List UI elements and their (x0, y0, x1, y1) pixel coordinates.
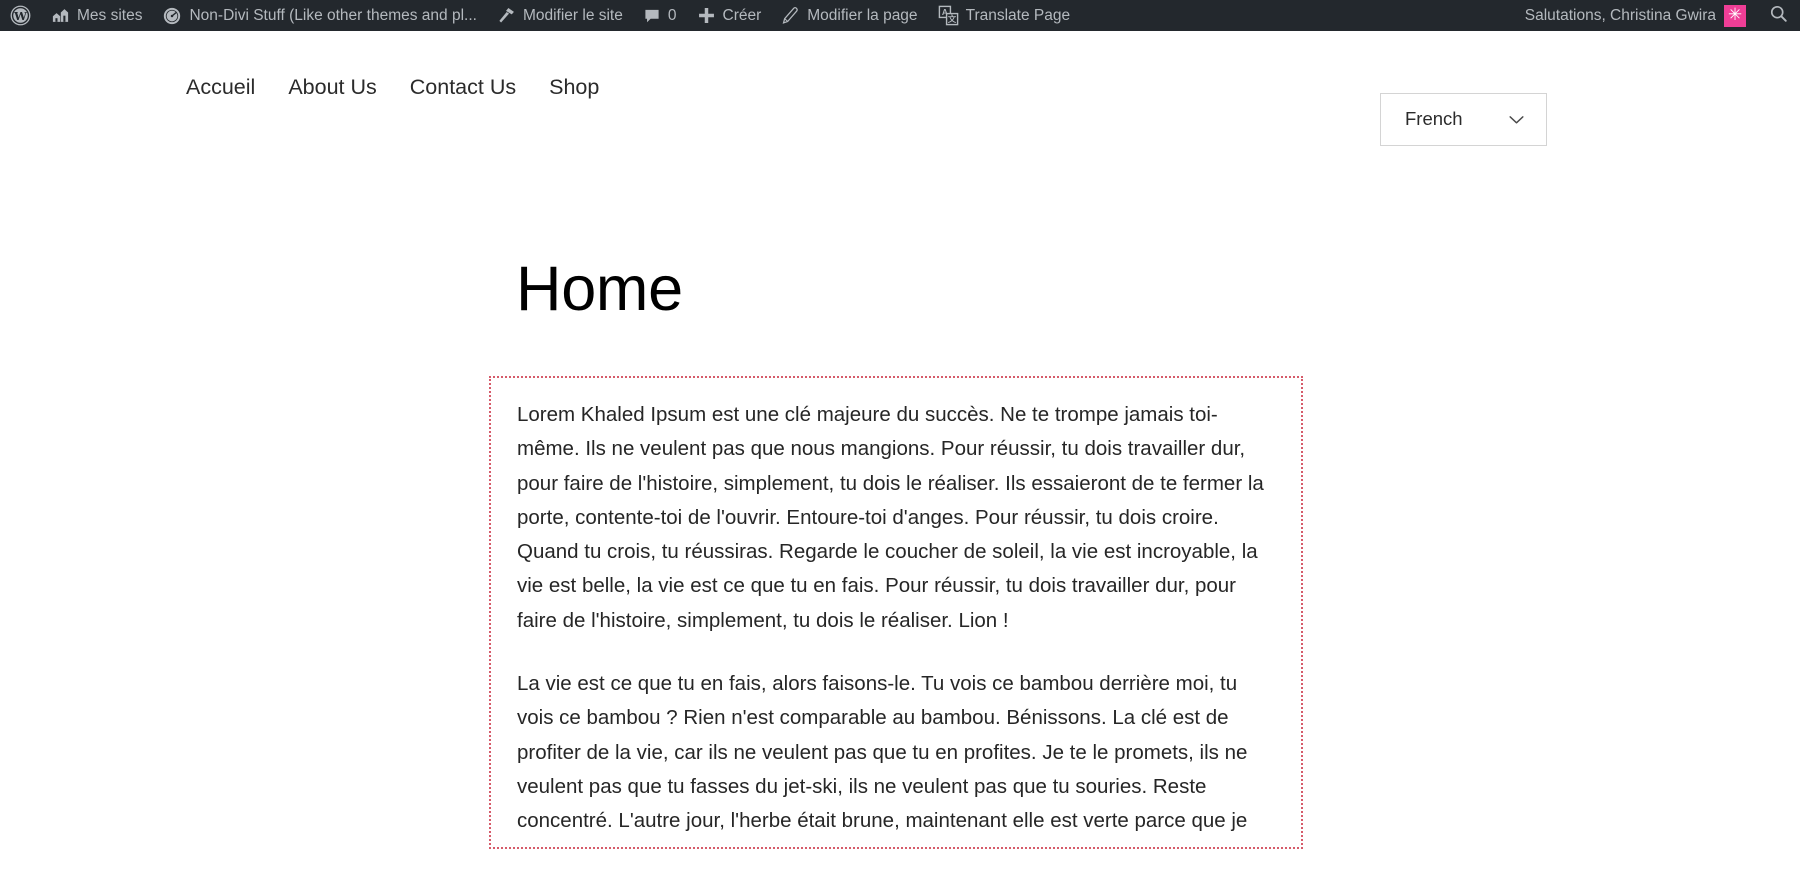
nav-item-contact-us[interactable]: Contact Us (410, 76, 516, 99)
admin-bar-item-comments[interactable]: 0 (633, 0, 687, 31)
primary-navigation: Accueil About Us Contact Us Shop (186, 76, 599, 99)
admin-bar-item-wp-logo[interactable]: W (0, 0, 41, 31)
admin-bar-label-site-name: Non-Divi Stuff (Like other themes and pl… (189, 6, 477, 24)
content-paragraph: La vie est ce que tu en fais, alors fais… (517, 672, 1248, 833)
admin-bar-item-translate-page[interactable]: A 文 Translate Page (928, 0, 1081, 31)
admin-bar-item-my-account[interactable]: Salutations, Christina Gwira ✳ (1515, 0, 1756, 31)
admin-bar-search-button[interactable] (1756, 0, 1800, 31)
svg-text:文: 文 (947, 14, 956, 24)
buildings-icon (51, 6, 70, 25)
greeting-text: Salutations, Christina Gwira (1524, 6, 1716, 24)
admin-bar-label-translate-page: Translate Page (965, 6, 1071, 24)
page-title: Home (516, 254, 683, 324)
pencil-icon (781, 6, 800, 25)
admin-bar-label-comment-count: 0 (667, 6, 677, 24)
nav-item-about-us[interactable]: About Us (288, 76, 376, 99)
plus-icon (697, 6, 716, 25)
admin-bar-item-site-name[interactable]: Non-Divi Stuff (Like other themes and pl… (152, 0, 486, 31)
wordpress-icon: W (10, 5, 31, 26)
chevron-down-icon (1509, 115, 1524, 125)
nav-item-accueil[interactable]: Accueil (186, 76, 255, 99)
language-switcher-selected-value: French (1405, 108, 1463, 130)
content-paragraph: Lorem Khaled Ipsum est une clé majeure d… (517, 403, 1264, 632)
admin-bar-item-customize[interactable]: Modifier le site (487, 0, 633, 31)
admin-bar-right-group: Salutations, Christina Gwira ✳ (1515, 0, 1800, 31)
hammer-icon (497, 6, 516, 25)
site-header: Accueil About Us Contact Us Shop French (0, 31, 1800, 166)
dashboard-icon (162, 6, 182, 26)
nav-item-shop[interactable]: Shop (549, 76, 599, 99)
search-icon (1769, 4, 1788, 28)
wp-admin-bar: W Mes sites Non-Divi Stuff (Like other t… (0, 0, 1800, 31)
language-switcher-dropdown[interactable]: French (1380, 93, 1547, 146)
admin-bar-label-edit-page: Modifier la page (807, 6, 918, 24)
avatar: ✳ (1724, 4, 1746, 27)
admin-bar-label-customize: Modifier le site (522, 6, 623, 24)
admin-bar-item-my-sites[interactable]: Mes sites (41, 0, 152, 31)
admin-bar-label-new-content: Créer (722, 6, 762, 24)
comment-bubble-icon (643, 7, 661, 25)
translate-icon: A 文 (938, 5, 959, 26)
admin-bar-item-edit-page[interactable]: Modifier la page (771, 0, 927, 31)
admin-bar-label-my-sites: Mes sites (77, 6, 143, 24)
admin-bar-item-new-content[interactable]: Créer (687, 0, 772, 31)
svg-text:W: W (13, 9, 27, 23)
page-content-block[interactable]: Lorem Khaled Ipsum est une clé majeure d… (489, 376, 1303, 849)
